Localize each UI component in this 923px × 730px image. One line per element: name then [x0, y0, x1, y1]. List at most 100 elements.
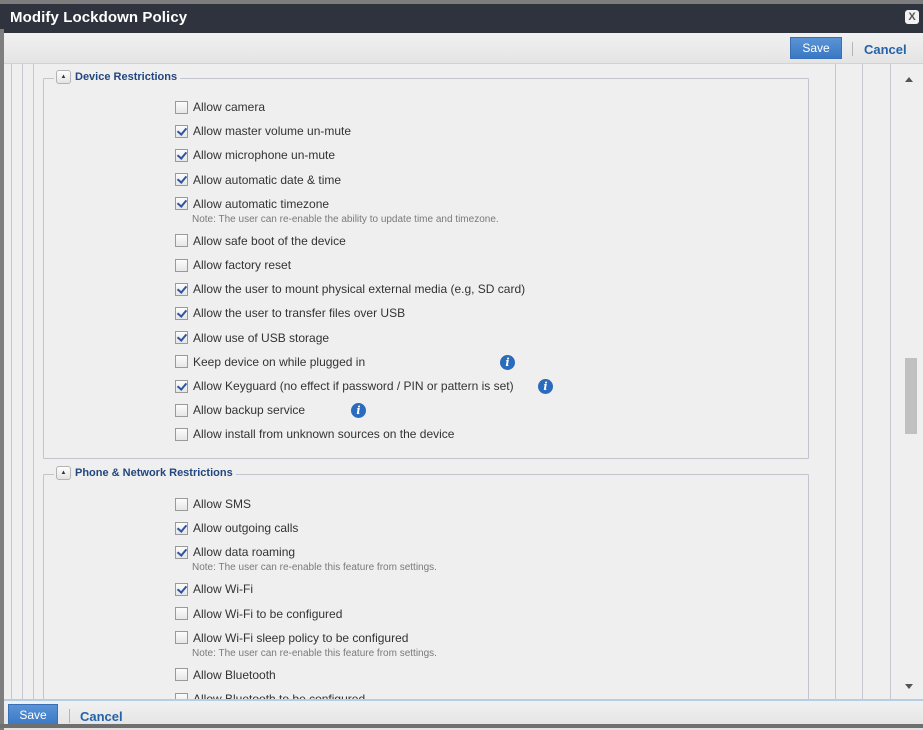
- option-label: Allow backup service: [193, 403, 306, 418]
- top-toolbar: Save Cancel: [4, 33, 923, 64]
- checkbox-checked[interactable]: [175, 197, 188, 211]
- option-row[interactable]: Allow master volume un-mute: [175, 123, 351, 139]
- checkbox-unchecked[interactable]: [175, 234, 188, 248]
- option-row[interactable]: Allow the user to mount physical externa…: [175, 281, 525, 297]
- checkbox-unchecked[interactable]: [175, 258, 188, 272]
- scroll-up-arrow-icon[interactable]: [905, 77, 913, 82]
- option-row[interactable]: Allow Wi-Fi: [175, 581, 253, 597]
- collapse-device-restrictions-button[interactable]: ▲: [56, 70, 71, 84]
- modify-lockdown-policy-dialog: Modify Lockdown Policy X Save Cancel ▲ D…: [0, 4, 923, 730]
- checkbox-unchecked[interactable]: [175, 100, 188, 114]
- checkbox-unchecked[interactable]: [175, 668, 188, 682]
- frame-line: [890, 64, 891, 700]
- checkbox-unchecked[interactable]: [175, 497, 188, 511]
- frame-line: [22, 64, 23, 700]
- checkbox-checked[interactable]: [175, 545, 188, 559]
- background-page-bottom: [0, 724, 923, 728]
- checkbox-unchecked[interactable]: [175, 631, 188, 645]
- option-row[interactable]: Allow camera: [175, 99, 265, 115]
- checkbox-checked[interactable]: [175, 148, 188, 162]
- checkbox-checked[interactable]: [175, 331, 188, 345]
- option-label: Allow automatic date & time: [193, 172, 342, 187]
- checkbox-checked[interactable]: [175, 124, 188, 138]
- option-label: Allow install from unknown sources on th…: [193, 427, 455, 442]
- vertical-scrollbar[interactable]: [900, 64, 919, 700]
- cancel-button-bottom[interactable]: Cancel: [80, 709, 123, 724]
- option-label: Allow microphone un-mute: [193, 148, 336, 163]
- option-label: Allow Wi-Fi: [193, 582, 253, 597]
- checkbox-checked[interactable]: [175, 173, 188, 187]
- option-label: Allow the user to mount physical externa…: [193, 282, 526, 297]
- option-label: Allow automatic timezone: [193, 196, 330, 211]
- option-row[interactable]: Allow automatic date & time: [175, 172, 341, 188]
- option-row[interactable]: Allow Wi-Fi to be configured: [175, 606, 342, 622]
- option-row[interactable]: Allow outgoing calls: [175, 520, 298, 536]
- dialog-titlebar: Modify Lockdown Policy X: [0, 4, 923, 33]
- option-label: Allow factory reset: [193, 258, 292, 272]
- option-row[interactable]: Allow the user to transfer files over US…: [175, 305, 405, 321]
- checkbox-checked[interactable]: [175, 379, 188, 393]
- option-label: Allow master volume un-mute: [193, 124, 352, 139]
- save-button-bottom[interactable]: Save: [8, 704, 58, 726]
- option-row[interactable]: Allow microphone un-mute: [175, 147, 335, 163]
- checkbox-unchecked[interactable]: [175, 355, 188, 369]
- option-label: Allow Wi-Fi to be configured: [193, 606, 343, 621]
- save-button-top[interactable]: Save: [790, 37, 842, 59]
- option-label: Allow the user to transfer files over US…: [193, 306, 406, 321]
- option-label: Allow SMS: [193, 497, 252, 511]
- footer-separator: [69, 709, 70, 723]
- option-row[interactable]: Allow Keyguard (no effect if password / …: [175, 378, 514, 394]
- cancel-button-top[interactable]: Cancel: [864, 42, 907, 57]
- option-label: Allow Bluetooth: [193, 667, 276, 682]
- option-note: Note: The user can re-enable this featur…: [192, 647, 437, 659]
- option-note: Note: The user can re-enable this featur…: [192, 562, 437, 574]
- dialog-title: Modify Lockdown Policy: [10, 9, 188, 26]
- option-row[interactable]: Keep device on while plugged in: [175, 354, 365, 370]
- option-row[interactable]: Allow Bluetooth: [175, 667, 276, 683]
- frame-line: [862, 64, 863, 700]
- dialog-left-edge: [0, 29, 4, 724]
- option-row[interactable]: Allow safe boot of the device: [175, 233, 346, 249]
- option-label: Allow data roaming: [193, 545, 296, 560]
- option-row[interactable]: Allow factory reset: [175, 257, 291, 273]
- option-label: Allow camera: [193, 100, 266, 114]
- scrollbar-thumb[interactable]: [905, 358, 917, 434]
- device-restrictions-legend: ▲ Device Restrictions: [54, 70, 181, 84]
- checkbox-checked[interactable]: [175, 521, 188, 535]
- option-row[interactable]: Allow backup service: [175, 402, 305, 418]
- frame-line: [33, 64, 34, 700]
- phone-network-restrictions-fieldset: [43, 474, 809, 700]
- option-row[interactable]: Allow data roaming: [175, 544, 295, 560]
- device-restrictions-fieldset: [43, 78, 809, 459]
- checkbox-checked[interactable]: [175, 582, 188, 596]
- option-row[interactable]: Allow automatic timezone: [175, 196, 329, 212]
- phone-network-restrictions-legend: ▲ Phone & Network Restrictions: [54, 466, 236, 480]
- checkbox-unchecked[interactable]: [175, 403, 188, 417]
- info-icon[interactable]: i: [500, 354, 515, 370]
- toolbar-separator: [852, 42, 853, 56]
- option-note: Note: The user can re-enable the ability…: [192, 213, 499, 225]
- option-row[interactable]: Allow Wi-Fi sleep policy to be configure…: [175, 630, 408, 646]
- option-label: Allow outgoing calls: [193, 521, 299, 536]
- option-row[interactable]: Allow SMS: [175, 496, 251, 512]
- close-icon[interactable]: X: [905, 10, 919, 24]
- checkbox-checked[interactable]: [175, 282, 188, 296]
- frame-line: [835, 64, 836, 700]
- collapse-phone-network-restrictions-button[interactable]: ▲: [56, 466, 71, 480]
- checkbox-checked[interactable]: [175, 306, 188, 320]
- frame-line: [11, 64, 12, 700]
- checkbox-unchecked[interactable]: [175, 427, 188, 441]
- option-label: Allow use of USB storage: [193, 330, 330, 345]
- policy-content-scroll-area: ▲ Device Restrictions Allow camera Allow …: [4, 64, 923, 700]
- scroll-down-arrow-icon[interactable]: [905, 684, 913, 689]
- option-label: Allow safe boot of the device: [193, 233, 346, 248]
- section-title-phone-network-restrictions: Phone & Network Restrictions: [75, 467, 233, 479]
- info-icon[interactable]: i: [538, 379, 553, 394]
- checkbox-unchecked[interactable]: [175, 607, 188, 621]
- option-label: Allow Keyguard (no effect if password / …: [193, 379, 514, 393]
- option-label: Allow Wi-Fi sleep policy to be configure…: [193, 630, 409, 645]
- option-row[interactable]: Allow install from unknown sources on th…: [175, 426, 454, 442]
- option-label: Keep device on while plugged in: [193, 354, 366, 369]
- section-title-device-restrictions: Device Restrictions: [75, 71, 178, 83]
- option-row[interactable]: Allow use of USB storage: [175, 330, 329, 346]
